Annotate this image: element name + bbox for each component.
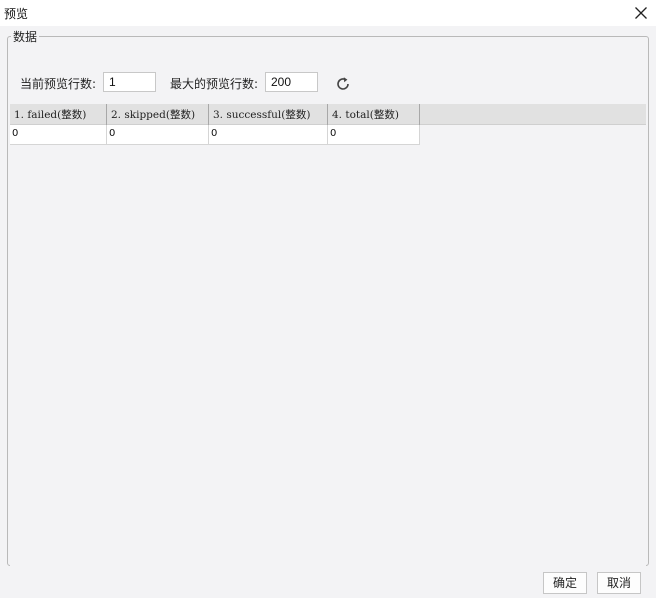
close-button[interactable] [632,4,650,22]
ok-button[interactable]: 确定 [543,572,587,594]
column-header-skipped[interactable]: 2. skipped(整数) [107,104,209,125]
refresh-button[interactable] [334,75,352,93]
max-rows-label: 最大的预览行数: [170,77,259,91]
column-header-total[interactable]: 4. total(整数) [328,104,420,125]
preview-dialog: 预览 数据 当前预览行数: 1 最大的预览行数: 200 1. failed(整… [0,0,656,598]
table-header: 1. failed(整数) 2. skipped(整数) 3. successf… [10,104,646,125]
current-rows-input[interactable]: 1 [103,72,156,92]
button-bar: 确定 取消 [0,571,656,598]
max-rows-input[interactable]: 200 [265,72,318,92]
refresh-icon [337,77,349,90]
window-title: 预览 [4,7,29,21]
table-cell[interactable]: 0 [328,125,420,145]
cancel-button[interactable]: 取消 [597,572,641,594]
table-cell[interactable]: 0 [209,125,328,145]
data-group-legend: 数据 [13,30,38,44]
table-cell[interactable]: 0 [107,125,209,145]
data-group: 数据 当前预览行数: 1 最大的预览行数: 200 1. failed(整数) … [7,28,649,579]
close-icon [635,7,647,19]
title-bar: 预览 [0,0,656,26]
table-cell[interactable]: 0 [10,125,107,145]
preview-table: 1. failed(整数) 2. skipped(整数) 3. successf… [10,104,646,579]
dialog-content: 数据 当前预览行数: 1 最大的预览行数: 200 1. failed(整数) … [0,26,656,579]
column-header-failed[interactable]: 1. failed(整数) [10,104,107,125]
column-header-successful[interactable]: 3. successful(整数) [209,104,328,125]
current-rows-label: 当前预览行数: [20,77,97,91]
